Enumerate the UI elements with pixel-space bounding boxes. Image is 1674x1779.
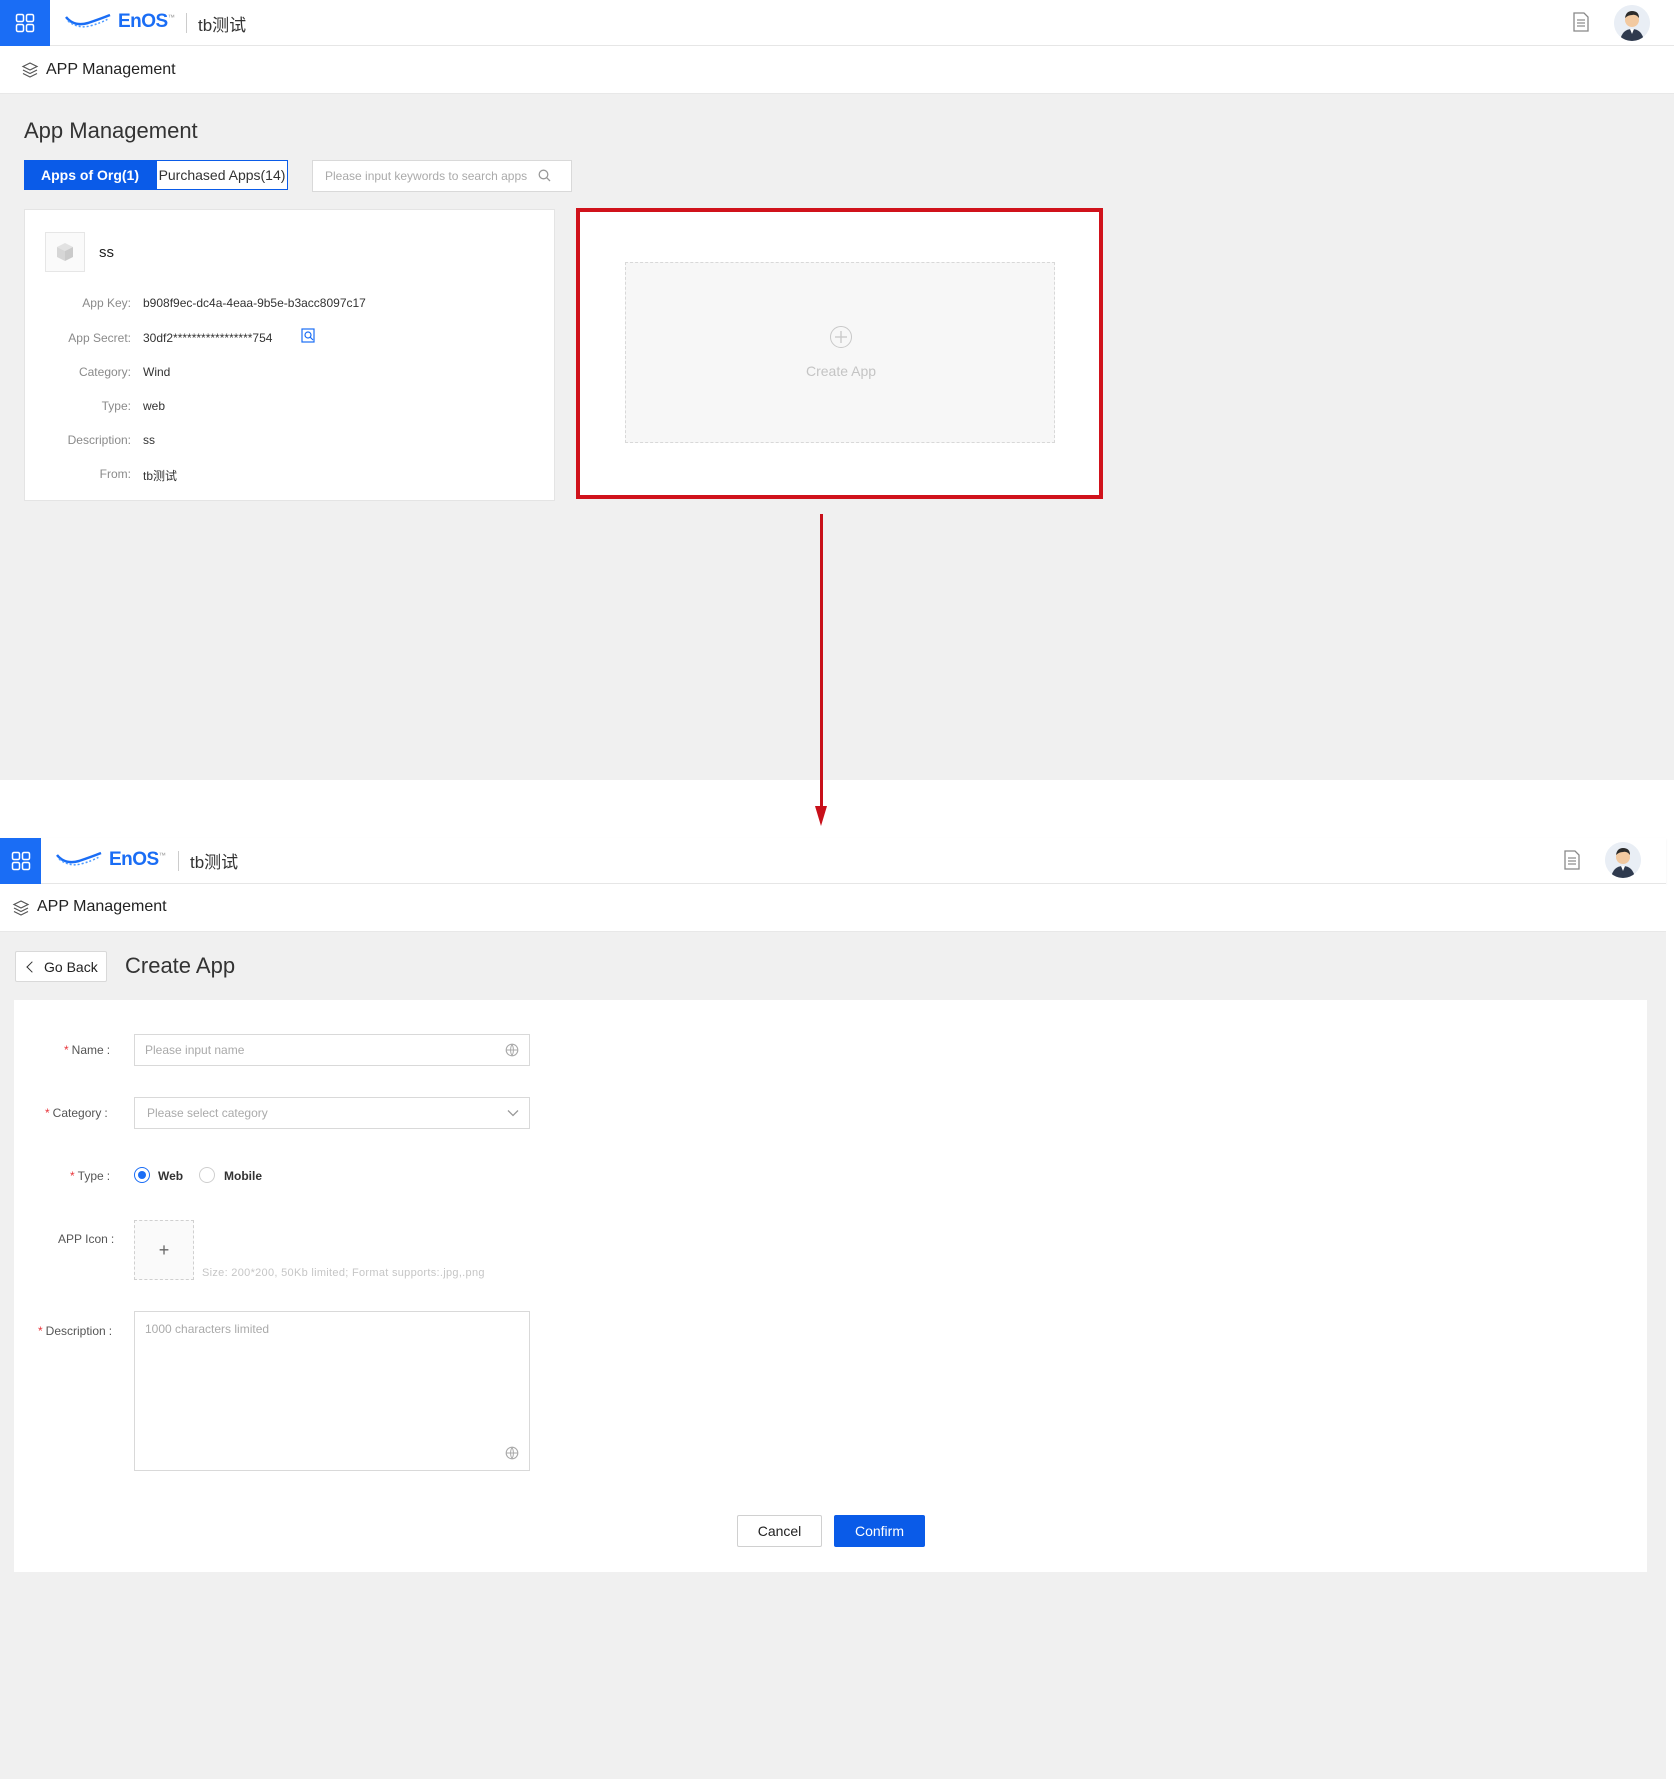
user-avatar[interactable] [1614,5,1650,41]
field-label: Category: [78,365,131,379]
field-type: Type: web [25,399,445,415]
avatar-icon [1605,842,1641,878]
field-value: tb测试 [143,469,178,483]
translate-icon[interactable] [505,1043,519,1057]
create-app-card[interactable]: Create App [625,262,1055,443]
layers-icon [12,900,30,916]
field-label: App Key: [82,296,131,310]
cube-icon [57,243,73,261]
breadcrumb-bar: APP Management [0,46,1674,94]
field-from: From: tb测试 [25,467,445,483]
tab-purchased-apps[interactable]: Purchased Apps(14) [156,160,288,190]
field-app-key: App Key: b908f9ec-dc4a-4eaa-9b5e-b3acc80… [25,296,445,312]
field-label: Description: [67,433,131,447]
cancel-button[interactable]: Cancel [737,1515,822,1547]
description-placeholder: 1000 characters limited [145,1322,270,1336]
user-avatar[interactable] [1605,842,1641,878]
description-textarea[interactable]: 1000 characters limited [134,1311,530,1471]
grid-icon [15,13,35,33]
enos-logo[interactable]: EnOS™ [55,849,166,871]
type-label: * Type: [70,1169,111,1183]
app-name: ss [99,244,114,261]
breadcrumb-title: APP Management [46,61,176,78]
search-input[interactable]: Please input keywords to search apps [312,160,572,192]
breadcrumb-bar: APP Management [0,884,1666,932]
screenshot-app-list: EnOS™ tb测试 APP Management App Management… [0,0,1674,780]
category-placeholder: Please select category [147,1106,268,1120]
app-icon-placeholder [45,232,85,272]
page-title: Create App [125,953,236,978]
org-name[interactable]: tb测试 [190,848,238,873]
enos-logo[interactable]: EnOS™ [64,11,175,33]
field-value: b908f9ec-dc4a-4eaa-9b5e-b3acc8097c17 [143,296,366,310]
required-marker: * [64,1043,69,1057]
logo-text: EnOS™ [118,11,175,32]
field-value: ss [143,433,155,447]
logo-text: EnOS™ [109,849,166,870]
add-circle-icon [830,326,852,348]
upload-hint: Size: 200*200, 50Kb limited; Format supp… [202,1267,485,1279]
go-back-label: Go Back [44,958,98,975]
app-grid-button[interactable] [0,0,50,46]
field-description: Description: ss [25,433,445,449]
field-label: Type: [101,399,131,413]
chevron-left-icon [26,961,38,973]
document-icon[interactable] [1572,12,1590,32]
field-value: web [143,399,166,413]
type-web-radio[interactable] [134,1167,150,1183]
divider [178,851,179,871]
confirm-button[interactable]: Confirm [834,1515,925,1547]
org-name[interactable]: tb测试 [198,11,246,36]
field-category: Category: Wind [25,365,445,381]
annotation-arrow-line [820,514,823,808]
required-marker: * [45,1106,50,1120]
required-marker: * [70,1169,75,1183]
category-select[interactable]: Please select category [134,1097,530,1129]
name-placeholder: Please input name [145,1043,245,1057]
divider [186,13,187,33]
top-navbar: EnOS™ tb测试 [0,838,1666,884]
logo-wave-icon [65,13,111,28]
required-marker: * [38,1324,43,1338]
app-card[interactable]: ss App Key: b908f9ec-dc4a-4eaa-9b5e-b3ac… [24,209,555,501]
search-placeholder: Please input keywords to search apps [325,169,528,183]
page-title: App Management [24,118,198,143]
grid-icon [11,851,30,871]
app-grid-button[interactable] [0,838,41,884]
breadcrumb-title: APP Management [37,898,167,915]
tab-apps-of-org[interactable]: Apps of Org(1) [24,160,156,190]
translate-icon[interactable] [505,1446,519,1460]
plus-icon: + [158,1239,170,1260]
top-navbar: EnOS™ tb测试 [0,0,1674,46]
name-input[interactable]: Please input name [134,1034,530,1066]
go-back-button[interactable]: Go Back [15,951,107,982]
field-app-secret: App Secret: 30df2*****************754 [25,328,445,347]
avatar-icon [1614,5,1650,41]
search-icon[interactable] [538,169,551,182]
category-label: * Category: [45,1106,108,1120]
create-app-form [14,1000,1647,1572]
description-label: * Description: [38,1324,113,1338]
field-value: 30df2*****************754 [143,331,273,345]
annotation-arrow-head [815,806,827,826]
field-value: Wind [143,365,171,379]
reveal-secret-icon[interactable] [301,328,316,344]
app-icon-label: APP Icon: [58,1232,115,1246]
field-label: App Secret: [68,331,131,345]
icon-upload-button[interactable]: + [134,1220,194,1280]
type-web-label[interactable]: Web [158,1169,183,1183]
type-mobile-radio[interactable] [199,1167,215,1183]
field-label: From: [99,467,131,481]
type-mobile-label[interactable]: Mobile [224,1169,262,1183]
create-app-label: Create App [805,363,877,379]
logo-wave-icon [56,851,102,866]
document-icon[interactable] [1563,850,1581,870]
chevron-down-icon [507,1110,519,1117]
layers-icon [21,62,39,78]
name-label: * Name: [64,1043,111,1057]
